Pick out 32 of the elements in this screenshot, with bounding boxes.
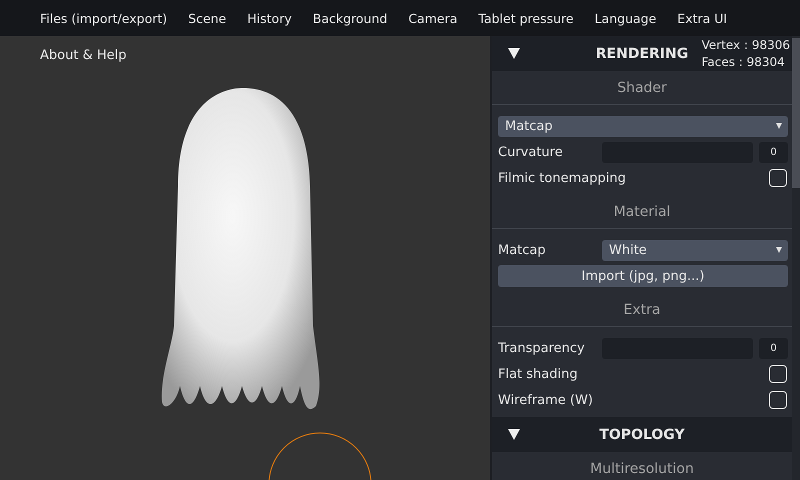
checkbox[interactable] <box>769 169 787 187</box>
field-label: Curvature <box>498 144 564 160</box>
number-field[interactable]: 0 <box>759 338 788 358</box>
menu-item[interactable]: Language <box>594 10 656 26</box>
section-title: RENDERING <box>596 46 688 62</box>
import-button[interactable]: Import (jpg, png...) <box>498 265 788 287</box>
checkbox-label: Wireframe (W) <box>498 392 594 408</box>
checkbox[interactable] <box>769 391 787 409</box>
section-title: TOPOLOGY <box>599 426 685 442</box>
menu-item[interactable]: Scene <box>188 10 226 26</box>
field-label: Matcap <box>498 242 547 258</box>
checkbox-label: Filmic tonemapping <box>498 170 627 186</box>
menu-item[interactable]: Background <box>312 10 388 26</box>
caret-icon <box>776 247 782 253</box>
menu-item[interactable]: Tablet pressure <box>478 10 574 26</box>
caret-icon <box>776 123 782 129</box>
menu-item[interactable]: About & Help <box>40 48 126 63</box>
checkbox-label: Flat shading <box>498 366 579 382</box>
section-header[interactable]: TOPOLOGY <box>492 417 792 452</box>
field-label: Transparency <box>498 340 586 356</box>
menu-item[interactable]: Camera <box>408 10 458 26</box>
face-count: Faces : 98304 <box>702 54 786 71</box>
menu-item[interactable]: Extra UI <box>677 10 728 26</box>
menu-item[interactable]: Files (import/export) <box>40 10 168 26</box>
dropdown[interactable]: White <box>602 240 788 260</box>
menu-item[interactable]: History <box>247 10 292 26</box>
vertex-count: Vertex : 98306 <box>702 37 790 54</box>
number-field[interactable]: 0 <box>759 142 788 162</box>
checkbox[interactable] <box>769 365 787 383</box>
scrollbar[interactable] <box>792 36 800 480</box>
brush-cursor-icon <box>268 432 372 480</box>
dropdown[interactable]: Matcap <box>498 116 788 136</box>
